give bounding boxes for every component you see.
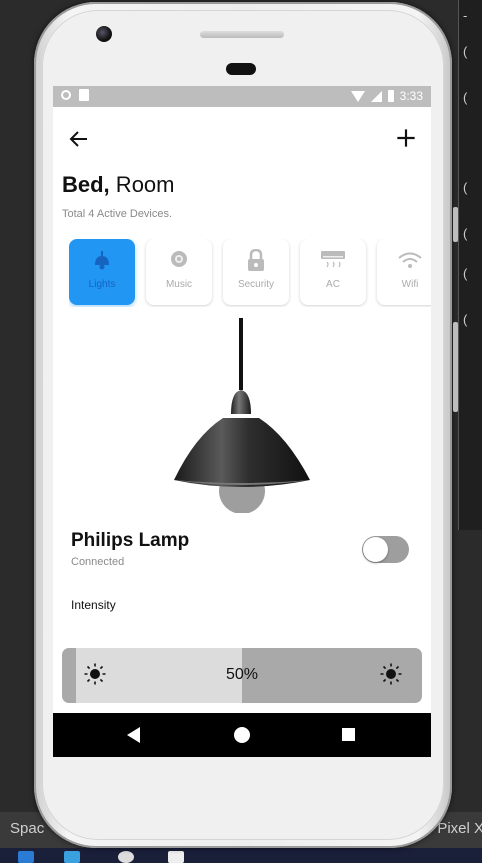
device-tab-label: Music [165,279,193,290]
device-name: Philips Lamp [71,530,190,551]
sync-icon [61,90,71,100]
device-tab-label: Lights [88,279,116,290]
power-toggle[interactable] [362,536,409,563]
room-name-rest: Room [109,172,175,197]
panel-glyph: - [463,8,468,23]
earpiece [226,63,256,75]
page-title: Bed, Room [62,172,174,198]
sd-card-icon [79,89,89,101]
device-tab-music[interactable]: Music [146,239,212,305]
add-icon[interactable] [393,125,419,151]
room-name-bold: Bed, [62,172,110,197]
active-devices-count: Total 4 Active Devices. [62,208,173,220]
dock-app-icon[interactable] [168,851,184,863]
nav-back-icon[interactable] [127,727,140,743]
signal-icon [370,90,382,102]
pendant-lamp-image [174,318,310,513]
volume-button[interactable] [453,207,458,242]
device-tab-ac[interactable]: AC [300,239,366,305]
ide-side-panel: - ( ( ( ( ( ( [458,0,482,530]
intensity-slider[interactable]: 50% [62,648,422,703]
panel-glyph: ( [463,180,468,195]
status-bar: 3:33 [53,86,431,107]
device-tab-label: Security [237,279,275,290]
dock-app-icon[interactable] [18,851,34,863]
device-tab-lights[interactable]: Lights [69,239,135,305]
os-dock [0,848,482,863]
back-arrow-icon[interactable] [67,127,91,151]
android-nav-bar [53,713,431,757]
top-grille [200,31,284,38]
lock-icon [248,249,264,271]
panel-glyph: ( [463,266,468,281]
device-tab-security[interactable]: Security [223,239,289,305]
device-tab-label: AC [326,279,340,290]
lamp-icon [95,251,109,270]
wifi-status-icon [350,90,365,102]
device-tab-wifi[interactable]: Wifi [377,239,431,305]
panel-glyph: ( [463,44,468,59]
battery-icon [387,90,394,102]
device-connection-status: Connected [71,556,125,568]
app-screen: 3:33 Bed, Room Total 4 Active Devices. L… [53,86,431,757]
dock-app-icon[interactable] [64,851,80,863]
taskbar-left-text: Spac [10,820,45,837]
front-camera [96,26,112,42]
device-category-list[interactable]: Lights Music Security AC Wifi [69,239,431,307]
nav-home-icon[interactable] [234,727,250,743]
air-conditioner-icon [321,251,345,268]
speaker-icon [171,251,187,267]
intensity-label: Intensity [71,598,116,612]
panel-glyph: ( [463,226,468,241]
dock-app-icon[interactable] [118,851,134,863]
device-tab-label: Wifi [401,279,419,290]
panel-glyph: ( [463,90,468,105]
taskbar-right-text: Pixel X [437,820,482,837]
toggle-knob[interactable] [363,537,388,562]
brightness-high-icon [380,663,402,685]
intensity-value: 50% [225,666,259,683]
panel-glyph: ( [463,312,468,327]
app-bar [53,107,431,171]
status-time: 3:33 [399,89,423,103]
wifi-icon [398,252,422,268]
nav-recents-icon[interactable] [342,728,355,741]
power-button[interactable] [453,322,458,412]
